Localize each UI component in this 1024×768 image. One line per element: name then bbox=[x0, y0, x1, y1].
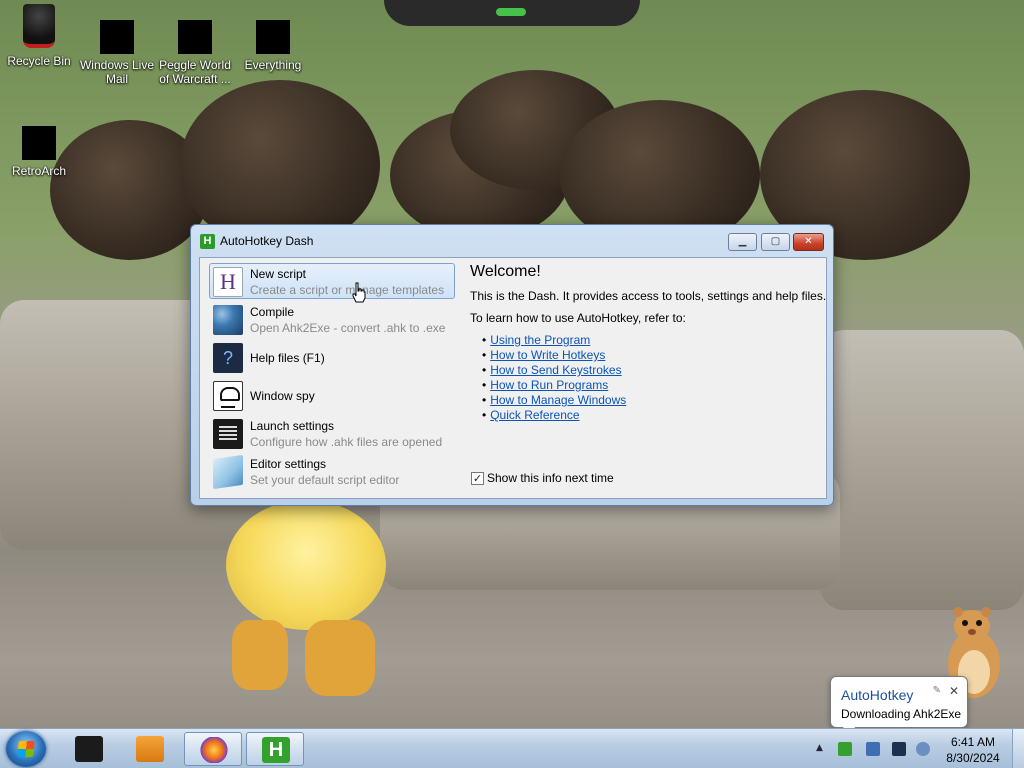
desktop-icon-label: Peggle World of Warcraft ... bbox=[159, 58, 231, 86]
menu-item-label: New script bbox=[250, 267, 307, 281]
top-gadget bbox=[384, 0, 640, 26]
minimize-button[interactable]: ▁ bbox=[728, 233, 757, 251]
desktop-icon-label: Windows Live Mail bbox=[79, 58, 155, 86]
menu-item-label: Compile bbox=[250, 305, 295, 319]
editor-icon bbox=[213, 454, 243, 490]
desktop-icon-recycle-bin[interactable]: Recycle Bin bbox=[0, 4, 78, 68]
taskbar-app-media-player[interactable] bbox=[121, 732, 179, 766]
menu-item-new-script[interactable]: H New script Create a script or manage t… bbox=[209, 263, 455, 299]
list-item: • Using the Program bbox=[482, 333, 591, 347]
desktop-icon-label: Recycle Bin bbox=[7, 54, 71, 68]
window-title: AutoHotkey Dash bbox=[220, 234, 314, 248]
taskbar-app-firefox[interactable] bbox=[184, 732, 242, 766]
menu-item-compile[interactable]: Compile Open Ahk2Exe - convert .ahk to .… bbox=[209, 301, 455, 337]
list-item: • How to Manage Windows bbox=[482, 393, 627, 407]
pin-icon[interactable]: ✎ bbox=[933, 685, 941, 696]
maximize-icon: ▢ bbox=[770, 236, 781, 247]
balloon-message: Downloading Ahk2Exe bbox=[841, 707, 962, 721]
link-how-to-send-keystrokes[interactable]: How to Send Keystrokes bbox=[490, 363, 621, 377]
new-script-icon: H bbox=[213, 267, 243, 297]
firefox-icon bbox=[200, 737, 228, 763]
show-hidden-icons-button[interactable]: ▲ bbox=[816, 743, 823, 753]
black-app-icon bbox=[75, 736, 103, 762]
launch-icon bbox=[213, 419, 243, 449]
volume-tray-icon[interactable] bbox=[916, 742, 930, 756]
autohotkey-tray-icon[interactable] bbox=[838, 742, 852, 756]
desktop-icon-label: Everything bbox=[244, 58, 302, 72]
menu-item-description: Open Ahk2Exe - convert .ahk to .exe bbox=[250, 321, 446, 335]
notification-balloon[interactable]: AutoHotkey Downloading Ahk2Exe ✎ ✕ bbox=[830, 676, 968, 737]
menu-item-label: Editor settings bbox=[250, 457, 327, 471]
clock[interactable]: 6:41 AM 8/30/2024 bbox=[942, 734, 1004, 766]
clock-time: 6:41 AM bbox=[950, 735, 996, 749]
list-item: • How to Run Programs bbox=[482, 378, 609, 392]
link-using-the-program[interactable]: Using the Program bbox=[490, 333, 590, 347]
welcome-learn: To learn how to use AutoHotkey, refer to… bbox=[470, 311, 686, 325]
desktop-icon-retroarch[interactable]: RetroArch bbox=[0, 126, 78, 178]
link-quick-reference[interactable]: Quick Reference bbox=[490, 408, 579, 422]
minimize-icon: ▁ bbox=[738, 236, 747, 247]
help-icon: ? bbox=[213, 343, 243, 373]
menu-item-description: Set your default script editor bbox=[250, 473, 400, 487]
menu-item-label: Help files (F1) bbox=[250, 351, 325, 365]
menu-item-launch-settings[interactable]: Launch settings Configure how .ahk files… bbox=[209, 415, 455, 451]
menu-item-description: Configure how .ahk files are opened bbox=[250, 435, 443, 449]
link-how-to-run-programs[interactable]: How to Run Programs bbox=[490, 378, 608, 392]
taskbar: H ▲ 6:41 AM 8/30/2024 bbox=[0, 728, 1024, 768]
desktop-icon-everything[interactable]: Everything bbox=[234, 20, 312, 72]
menu-item-help-files[interactable]: ? Help files (F1) bbox=[209, 339, 455, 375]
retroarch-icon bbox=[22, 126, 56, 160]
taskbar-app-black[interactable] bbox=[60, 732, 118, 766]
balloon-close-button[interactable]: ✕ bbox=[949, 684, 959, 698]
autohotkey-dash-window: H AutoHotkey Dash ▁ ▢ ✕ H New script Cre… bbox=[190, 224, 834, 506]
show-desktop-button[interactable] bbox=[1012, 729, 1024, 768]
desktop-icon-windows-live-mail[interactable]: Windows Live Mail bbox=[78, 20, 156, 86]
menu-item-window-spy[interactable]: Window spy bbox=[209, 377, 455, 413]
network-tray-icon[interactable] bbox=[866, 742, 880, 756]
list-item: • Quick Reference bbox=[482, 408, 580, 422]
welcome-intro: This is the Dash. It provides access to … bbox=[470, 289, 827, 303]
autohotkey-icon: H bbox=[262, 737, 290, 763]
link-how-to-write-hotkeys[interactable]: How to Write Hotkeys bbox=[490, 348, 605, 362]
compile-icon bbox=[213, 305, 243, 335]
peggle-icon bbox=[178, 20, 212, 54]
everything-icon bbox=[256, 20, 290, 54]
help-links-list: • Using the Program • How to Write Hotkeys… bbox=[482, 333, 626, 423]
autohotkey-app-icon: H bbox=[200, 234, 215, 249]
hand-cursor-icon bbox=[352, 282, 366, 303]
spy-icon bbox=[213, 381, 243, 411]
menu-item-editor-settings[interactable]: Editor settings Set your default script … bbox=[209, 453, 455, 490]
close-button[interactable]: ✕ bbox=[793, 233, 824, 251]
media-player-icon bbox=[136, 736, 164, 762]
display-tray-icon[interactable] bbox=[892, 742, 906, 756]
recycle-bin-icon bbox=[23, 4, 55, 48]
taskbar-app-autohotkey[interactable]: H bbox=[246, 732, 304, 766]
welcome-heading: Welcome! bbox=[470, 263, 541, 280]
list-item: • How to Send Keystrokes bbox=[482, 363, 622, 377]
titlebar[interactable]: H AutoHotkey Dash ▁ ▢ ✕ bbox=[191, 225, 833, 255]
desktop-icon-peggle[interactable]: Peggle World of Warcraft ... bbox=[156, 20, 234, 86]
clock-date: 8/30/2024 bbox=[946, 751, 1000, 765]
show-info-label: Show this info next time bbox=[487, 471, 614, 485]
system-tray: ▲ 6:41 AM 8/30/2024 bbox=[812, 729, 1024, 768]
show-info-checkbox[interactable]: ✓ bbox=[471, 472, 484, 485]
dash-client-area: H New script Create a script or manage t… bbox=[199, 257, 827, 499]
desktop-icon-label: RetroArch bbox=[11, 164, 67, 178]
balloon-title: AutoHotkey bbox=[841, 687, 914, 703]
list-item: • How to Write Hotkeys bbox=[482, 348, 606, 362]
link-how-to-manage-windows[interactable]: How to Manage Windows bbox=[490, 393, 626, 407]
menu-item-label: Window spy bbox=[250, 389, 315, 403]
menu-item-label: Launch settings bbox=[250, 419, 335, 433]
mail-icon bbox=[100, 20, 134, 54]
maximize-button[interactable]: ▢ bbox=[761, 233, 790, 251]
menu-item-description: Create a script or manage templates bbox=[250, 283, 445, 297]
start-button[interactable] bbox=[6, 731, 46, 767]
close-icon: ✕ bbox=[804, 236, 813, 247]
